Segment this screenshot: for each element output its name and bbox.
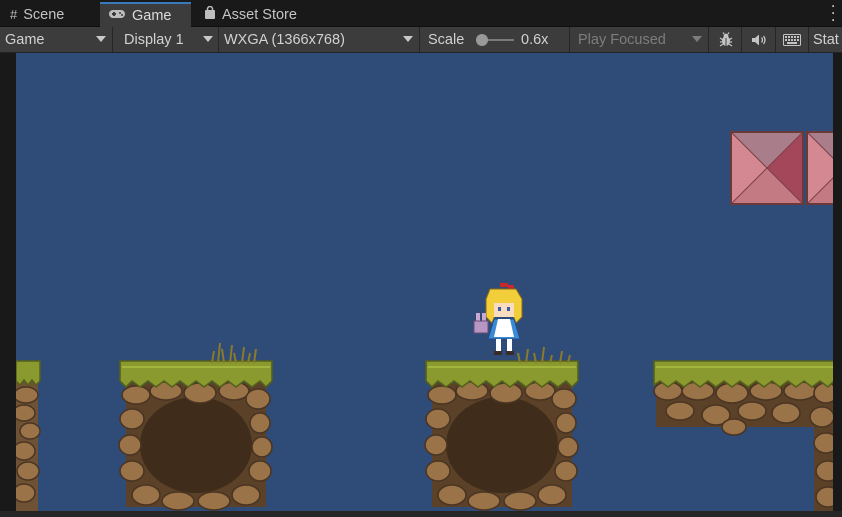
- display-dropdown[interactable]: Display 1: [124, 27, 184, 52]
- shopping-bag-icon: [204, 5, 216, 23]
- separator: [419, 27, 420, 52]
- gamepad-icon: [108, 8, 126, 23]
- tab-game-label: Game: [132, 7, 172, 24]
- tab-asset-store[interactable]: Asset Store: [196, 2, 305, 27]
- separator: [741, 27, 742, 52]
- scale-value-text: 0.6x: [521, 31, 549, 48]
- stats-label: Stat: [813, 31, 839, 48]
- resolution-dropdown[interactable]: WXGA (1366x768): [224, 27, 345, 52]
- chevron-down-icon: [96, 36, 106, 42]
- view-mode-label: Game: [5, 31, 45, 48]
- crate-block: [806, 131, 833, 205]
- ground-platform: [118, 360, 273, 511]
- editor-tab-bar: # Scene Game Asset Store · · ·: [0, 0, 842, 27]
- game-viewport-frame: [0, 53, 842, 517]
- view-mode-dropdown[interactable]: Game: [5, 27, 45, 52]
- stats-button[interactable]: Stat: [813, 27, 842, 52]
- scale-label-text: Scale: [428, 31, 465, 48]
- play-mode-label: Play Focused: [578, 31, 666, 48]
- bug-icon[interactable]: [712, 27, 740, 52]
- audio-mute-icon[interactable]: [744, 27, 774, 52]
- separator: [569, 27, 570, 52]
- scale-label: Scale: [428, 27, 464, 52]
- crate-block: [730, 131, 804, 205]
- ground-platform: [424, 360, 579, 511]
- tab-scene[interactable]: # Scene: [2, 2, 72, 27]
- player-character-sprite: [472, 283, 532, 359]
- separator: [808, 27, 809, 52]
- tab-scene-label: Scene: [23, 6, 65, 23]
- scene-grid-icon: #: [10, 7, 18, 22]
- game-view[interactable]: [16, 53, 833, 511]
- grass-tuft: [208, 337, 260, 366]
- keyboard-icon[interactable]: [778, 27, 806, 52]
- separator: [218, 27, 219, 52]
- ground-platform: [653, 360, 833, 511]
- separator: [775, 27, 776, 52]
- separator: [708, 27, 709, 52]
- separator: [112, 27, 113, 52]
- chevron-down-icon: [203, 36, 213, 42]
- more-options-icon[interactable]: · · ·: [828, 0, 838, 26]
- tab-game[interactable]: Game: [100, 2, 191, 27]
- resolution-label: WXGA (1366x768): [224, 31, 345, 48]
- ground-platform: [16, 360, 42, 511]
- tab-asset-store-label: Asset Store: [222, 6, 297, 23]
- chevron-down-icon: [692, 36, 702, 42]
- scale-slider-handle[interactable]: [476, 34, 488, 46]
- chevron-down-icon: [403, 36, 413, 42]
- play-mode-dropdown[interactable]: Play Focused: [578, 27, 666, 52]
- scale-value: 0.6x: [521, 27, 548, 52]
- display-label: Display 1: [124, 31, 184, 48]
- game-view-toolbar: Game Display 1 WXGA (1366x768) Scale 0.6…: [0, 27, 842, 53]
- bottom-edge: [0, 511, 842, 517]
